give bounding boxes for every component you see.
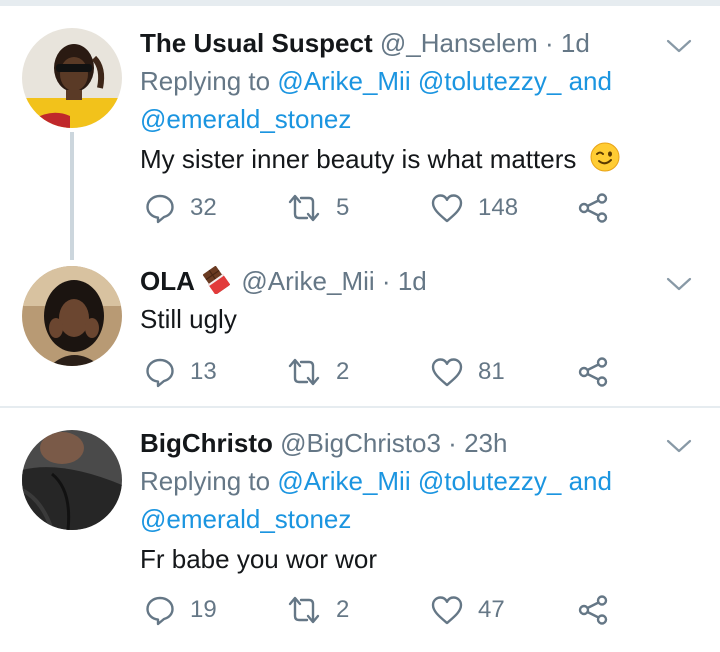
avatar-ola[interactable] (22, 266, 122, 366)
retweet-icon (288, 596, 320, 624)
like-button[interactable]: 81 (430, 352, 505, 392)
replying-to: Replying to @Arike_Mii @tolutezzy_ and @… (140, 462, 660, 538)
retweet-button[interactable]: 5 (286, 188, 349, 228)
share-icon (578, 357, 608, 387)
chevron-down-icon[interactable] (664, 274, 694, 294)
retweet-icon (288, 194, 320, 222)
mention-link[interactable]: @tolutezzy_ (418, 466, 561, 496)
timestamp[interactable]: 1d (561, 28, 590, 58)
and-link[interactable]: and (569, 66, 612, 96)
mention-link[interactable]: @tolutezzy_ (418, 66, 561, 96)
like-count: 47 (478, 596, 505, 623)
share-button[interactable] (576, 188, 610, 228)
retweet-count: 2 (336, 596, 350, 623)
chevron-down-icon[interactable] (664, 436, 694, 456)
tweet-header: BigChristo @BigChristo3 · 23h (140, 426, 660, 460)
user-handle[interactable]: @Arike_Mii (241, 266, 374, 296)
share-button[interactable] (576, 590, 610, 630)
tweet-actions: 32 5 148 (140, 188, 640, 228)
tweet-header: OLA @Arike_Mii · 1d (140, 264, 660, 298)
share-icon (578, 193, 608, 223)
separator-dot: · (448, 428, 457, 458)
tweet-actions: 19 2 47 (140, 590, 640, 630)
winking-face-icon (590, 142, 620, 172)
replying-to-label: Replying to (140, 466, 271, 496)
like-button[interactable]: 47 (430, 590, 505, 630)
like-count: 148 (478, 194, 519, 221)
like-count: 81 (478, 358, 505, 385)
replying-to: Replying to @Arike_Mii @tolutezzy_ and @… (140, 62, 660, 138)
heart-icon (431, 596, 463, 625)
tweet-text: Fr babe you wor wor (140, 544, 377, 574)
retweet-button[interactable]: 2 (286, 352, 349, 392)
share-button[interactable] (576, 352, 610, 392)
retweet-button[interactable]: 2 (286, 590, 349, 630)
tweet-header: The Usual Suspect @_Hanselem · 1d (140, 26, 660, 60)
mention-link[interactable]: @Arike_Mii (277, 66, 410, 96)
heart-icon (431, 358, 463, 387)
separator-dot: · (545, 28, 554, 58)
share-icon (578, 595, 608, 625)
like-button[interactable]: 148 (430, 188, 518, 228)
reply-icon (146, 194, 174, 224)
separator-dot: · (381, 266, 391, 296)
tweet-actions: 13 2 81 (140, 352, 640, 392)
tweet-1[interactable]: The Usual Suspect @_Hanselem · 1d Replyi… (0, 0, 720, 260)
reply-count: 13 (190, 358, 217, 385)
tweet-2[interactable]: OLA @Arike_Mii · 1d Still ugly 13 2 81 (0, 260, 720, 406)
tweet-3[interactable]: BigChristo @BigChristo3 · 23h Replying t… (0, 408, 720, 652)
retweet-count: 2 (336, 358, 350, 385)
tweet-text-body: My sister inner beauty is what matters (140, 144, 577, 174)
reply-count: 32 (190, 194, 217, 221)
reply-icon (146, 358, 174, 388)
user-handle[interactable]: @BigChristo3 (280, 428, 441, 458)
display-name[interactable]: BigChristo (140, 428, 273, 458)
mention-link[interactable]: @Arike_Mii (277, 466, 410, 496)
mention-link[interactable]: @emerald_stonez (140, 504, 351, 534)
timestamp[interactable]: 1d (398, 266, 427, 296)
reply-button[interactable]: 32 (144, 188, 217, 228)
reply-count: 19 (190, 596, 217, 623)
and-link[interactable]: and (569, 466, 612, 496)
reply-icon (146, 596, 174, 626)
chocolate-bar-icon (202, 265, 231, 295)
tweet-text: Still ugly (140, 304, 237, 334)
display-name[interactable]: The Usual Suspect (140, 28, 373, 58)
replying-to-label: Replying to (140, 66, 271, 96)
reply-button[interactable]: 19 (144, 590, 217, 630)
user-handle[interactable]: @_Hanselem (380, 28, 538, 58)
retweet-icon (288, 358, 320, 386)
timestamp[interactable]: 23h (464, 428, 507, 458)
avatar-the-usual-suspect[interactable] (22, 28, 122, 128)
mention-link[interactable]: @emerald_stonez (140, 104, 351, 134)
display-name[interactable]: OLA (140, 266, 195, 296)
chevron-down-icon[interactable] (664, 36, 694, 56)
thread-line (70, 132, 74, 260)
retweet-count: 5 (336, 194, 350, 221)
avatar-bigchristo[interactable] (22, 430, 122, 530)
tweet-text: My sister inner beauty is what matters (140, 140, 660, 178)
heart-icon (431, 194, 463, 223)
reply-button[interactable]: 13 (144, 352, 217, 392)
